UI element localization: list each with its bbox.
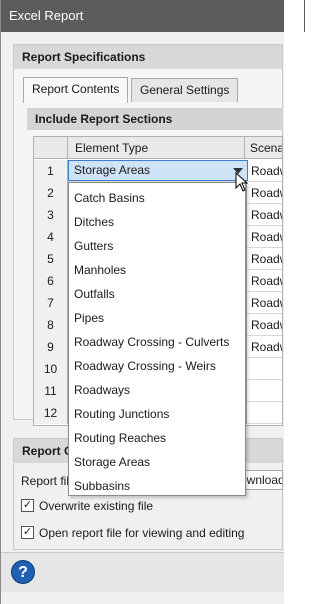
dialog-footer: ? (1, 552, 285, 592)
scenario-cell[interactable]: Roadw (246, 270, 282, 292)
scenario-cell[interactable]: Roadw (246, 336, 282, 358)
help-icon[interactable]: ? (11, 560, 35, 584)
row-number: 11 (34, 380, 68, 402)
dropdown-option[interactable]: Roadway Crossing - Weirs (69, 354, 245, 378)
scenario-cell[interactable] (246, 402, 282, 424)
scenario-cell[interactable]: Roadw (246, 160, 282, 182)
column-header-element-type[interactable]: Element Type (69, 137, 245, 159)
scenario-cell[interactable]: Roadwa (246, 204, 282, 226)
dropdown-option[interactable]: Ditches (69, 210, 245, 234)
row-number: 9 (34, 336, 68, 358)
row-number: 2 (34, 182, 68, 204)
dropdown-option[interactable]: Pipes (69, 306, 245, 330)
dropdown-option[interactable]: Roadways (69, 378, 245, 402)
row-number: 4 (34, 226, 68, 248)
overwrite-checkbox[interactable]: ✓ (21, 499, 34, 512)
scenario-cell[interactable] (246, 358, 282, 380)
include-report-sections-header: Include Report Sections (27, 108, 283, 130)
open-report-checkbox[interactable]: ✓ (21, 526, 34, 539)
dropdown-option[interactable]: Subbasins (69, 474, 245, 498)
tab-report-contents[interactable]: Report Contents (23, 77, 129, 103)
dropdown-option[interactable]: Storage Areas (69, 450, 245, 474)
dropdown-option[interactable]: Gutters (69, 234, 245, 258)
row-number: 12 (34, 402, 68, 424)
row-number: 5 (34, 248, 68, 270)
torn-edge (284, 0, 304, 604)
scenario-cell[interactable]: Roadw (246, 248, 282, 270)
overwrite-label: Overwrite existing file (39, 499, 154, 513)
open-report-label: Open report file for viewing and editing (39, 526, 245, 540)
tab-general-settings[interactable]: General Settings (131, 78, 239, 102)
element-type-dropdown[interactable]: Catch Basins Ditches Gutters Manholes Outfal… (68, 182, 246, 496)
scenario-cell[interactable]: Roadwa (246, 292, 282, 314)
excel-report-window: Excel Report Report Specifications Repor… (0, 0, 305, 604)
dropdown-option[interactable]: Catch Basins (69, 186, 245, 210)
dropdown-option[interactable]: Routing Junctions (69, 402, 245, 426)
row-number: 8 (34, 314, 68, 336)
dropdown-option[interactable]: Manholes (69, 258, 245, 282)
grid-header-row: Element Type Scenar (34, 137, 282, 159)
grid-corner (34, 137, 68, 159)
dropdown-option[interactable]: Outfalls (69, 282, 245, 306)
scenario-cell[interactable]: Roadw (246, 226, 282, 248)
row-number: 10 (34, 358, 68, 380)
window-title: Excel Report (1, 0, 305, 32)
mouse-cursor-icon (235, 172, 249, 192)
scenario-cell[interactable]: Roadw (246, 182, 282, 204)
scenario-cell[interactable]: Roadw (246, 314, 282, 336)
report-specifications-header: Report Specifications (14, 45, 282, 69)
element-type-combo[interactable]: Storage Areas (68, 160, 248, 181)
row-number: 1 (34, 160, 68, 182)
row-number: 7 (34, 292, 68, 314)
row-number: 3 (34, 204, 68, 226)
element-type-combo-value: Storage Areas (74, 163, 151, 177)
column-header-scenario[interactable]: Scenar (246, 137, 282, 159)
dropdown-option[interactable]: Roadway Crossing - Culverts (69, 330, 245, 354)
scenario-cell[interactable] (246, 380, 282, 402)
dropdown-option[interactable]: Routing Reaches (69, 426, 245, 450)
row-number: 6 (34, 270, 68, 292)
